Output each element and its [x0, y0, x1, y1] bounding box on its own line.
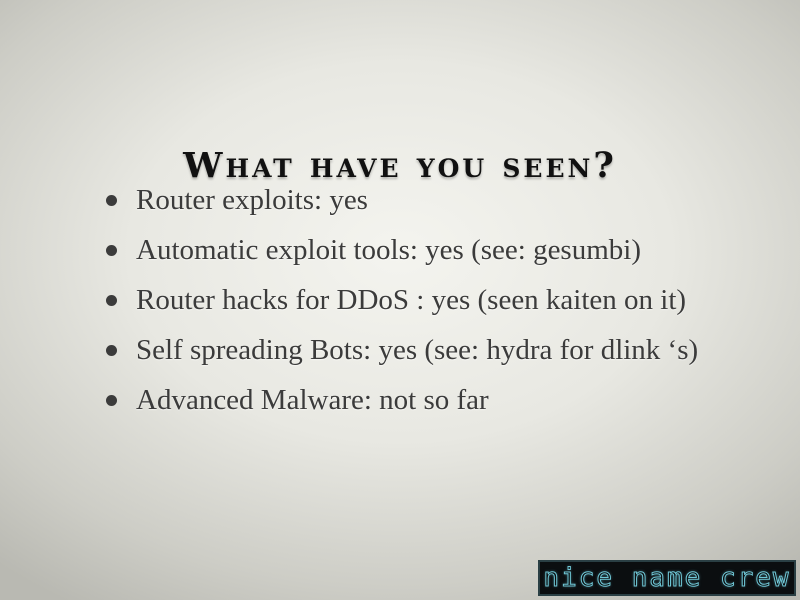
bullet-dot-icon [106, 195, 117, 206]
bullet-item-router-ddos: Router hacks for DDoS : yes (seen kaiten… [100, 283, 780, 317]
bullet-item-advanced-malware: Advanced Malware: not so far [100, 383, 780, 417]
bullet-text: Router exploits: yes [136, 184, 368, 216]
logo-text: nice name crew [543, 563, 791, 594]
bullet-text: Self spreading Bots: yes (see: hydra for… [136, 334, 699, 366]
crew-logo: nice name crew [538, 560, 796, 596]
bullet-list: Router exploits: yes Automatic exploit t… [100, 183, 780, 433]
slide-title: What have you seen? [183, 145, 617, 186]
bullet-dot-icon [106, 245, 117, 256]
bullet-item-self-spreading-bots: Self spreading Bots: yes (see: hydra for… [100, 333, 780, 367]
bullet-text: Router hacks for DDoS : yes (seen kaiten… [136, 284, 687, 316]
bullet-item-router-exploits: Router exploits: yes [100, 183, 780, 217]
bullet-text: Advanced Malware: not so far [136, 384, 489, 416]
bullet-text: Automatic exploit tools: yes (see: gesum… [136, 234, 641, 266]
bullet-dot-icon [106, 395, 117, 406]
bullet-dot-icon [106, 295, 117, 306]
bullet-item-exploit-tools: Automatic exploit tools: yes (see: gesum… [100, 233, 780, 267]
bullet-dot-icon [106, 345, 117, 356]
